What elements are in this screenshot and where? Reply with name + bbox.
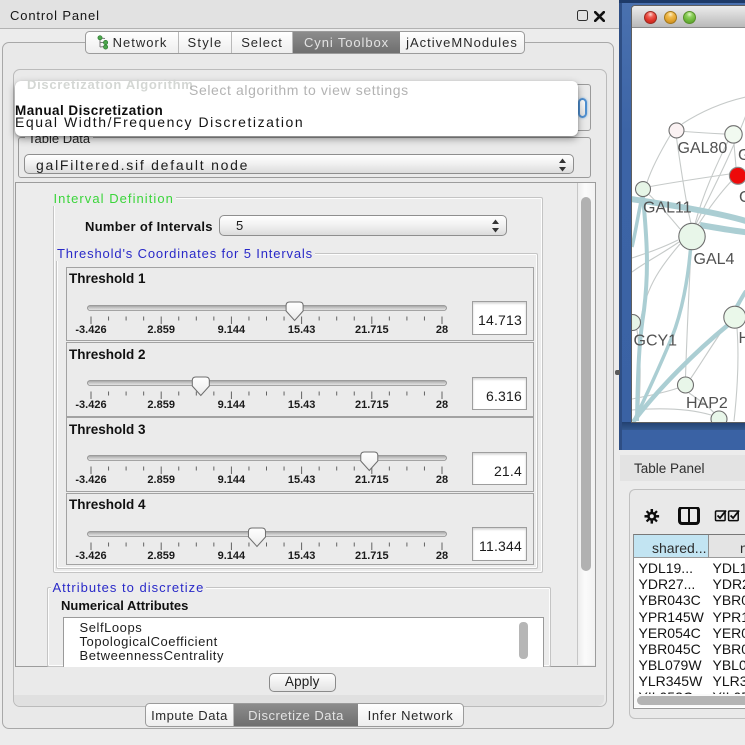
svg-text:9.144: 9.144	[217, 474, 245, 486]
svg-text:GAL80: GAL80	[678, 140, 728, 157]
svg-text:9.144: 9.144	[217, 399, 245, 411]
svg-text:21.715: 21.715	[354, 549, 388, 561]
svg-text:GAL11: GAL11	[643, 199, 692, 216]
svg-text:21.715: 21.715	[354, 399, 388, 411]
svg-text:-3.426: -3.426	[75, 323, 106, 335]
svg-text:-3.426: -3.426	[75, 474, 106, 486]
svg-text:C: C	[739, 189, 745, 206]
svg-text:2.859: 2.859	[147, 399, 175, 411]
svg-text:2.859: 2.859	[147, 549, 175, 561]
svg-text:HAP2: HAP2	[686, 395, 728, 412]
svg-text:28: 28	[435, 399, 447, 411]
svg-text:2.859: 2.859	[147, 474, 175, 486]
svg-text:15.43: 15.43	[287, 474, 315, 486]
svg-text:GA: GA	[738, 147, 745, 164]
svg-text:21.715: 21.715	[354, 323, 388, 335]
svg-text:9.144: 9.144	[217, 323, 245, 335]
svg-text:GCY1: GCY1	[634, 333, 678, 350]
svg-text:H: H	[739, 330, 745, 347]
svg-text:2.859: 2.859	[147, 323, 175, 335]
svg-text:15.43: 15.43	[287, 399, 315, 411]
svg-text:15.43: 15.43	[287, 323, 315, 335]
svg-text:15.43: 15.43	[287, 549, 315, 561]
svg-text:9.144: 9.144	[217, 549, 245, 561]
svg-text:28: 28	[435, 323, 447, 335]
svg-text:28: 28	[435, 549, 447, 561]
svg-text:28: 28	[435, 474, 447, 486]
svg-text:-3.426: -3.426	[75, 399, 106, 411]
svg-text:21.715: 21.715	[354, 474, 388, 486]
svg-text:GAL4: GAL4	[694, 251, 735, 268]
svg-text:-3.426: -3.426	[75, 549, 106, 561]
